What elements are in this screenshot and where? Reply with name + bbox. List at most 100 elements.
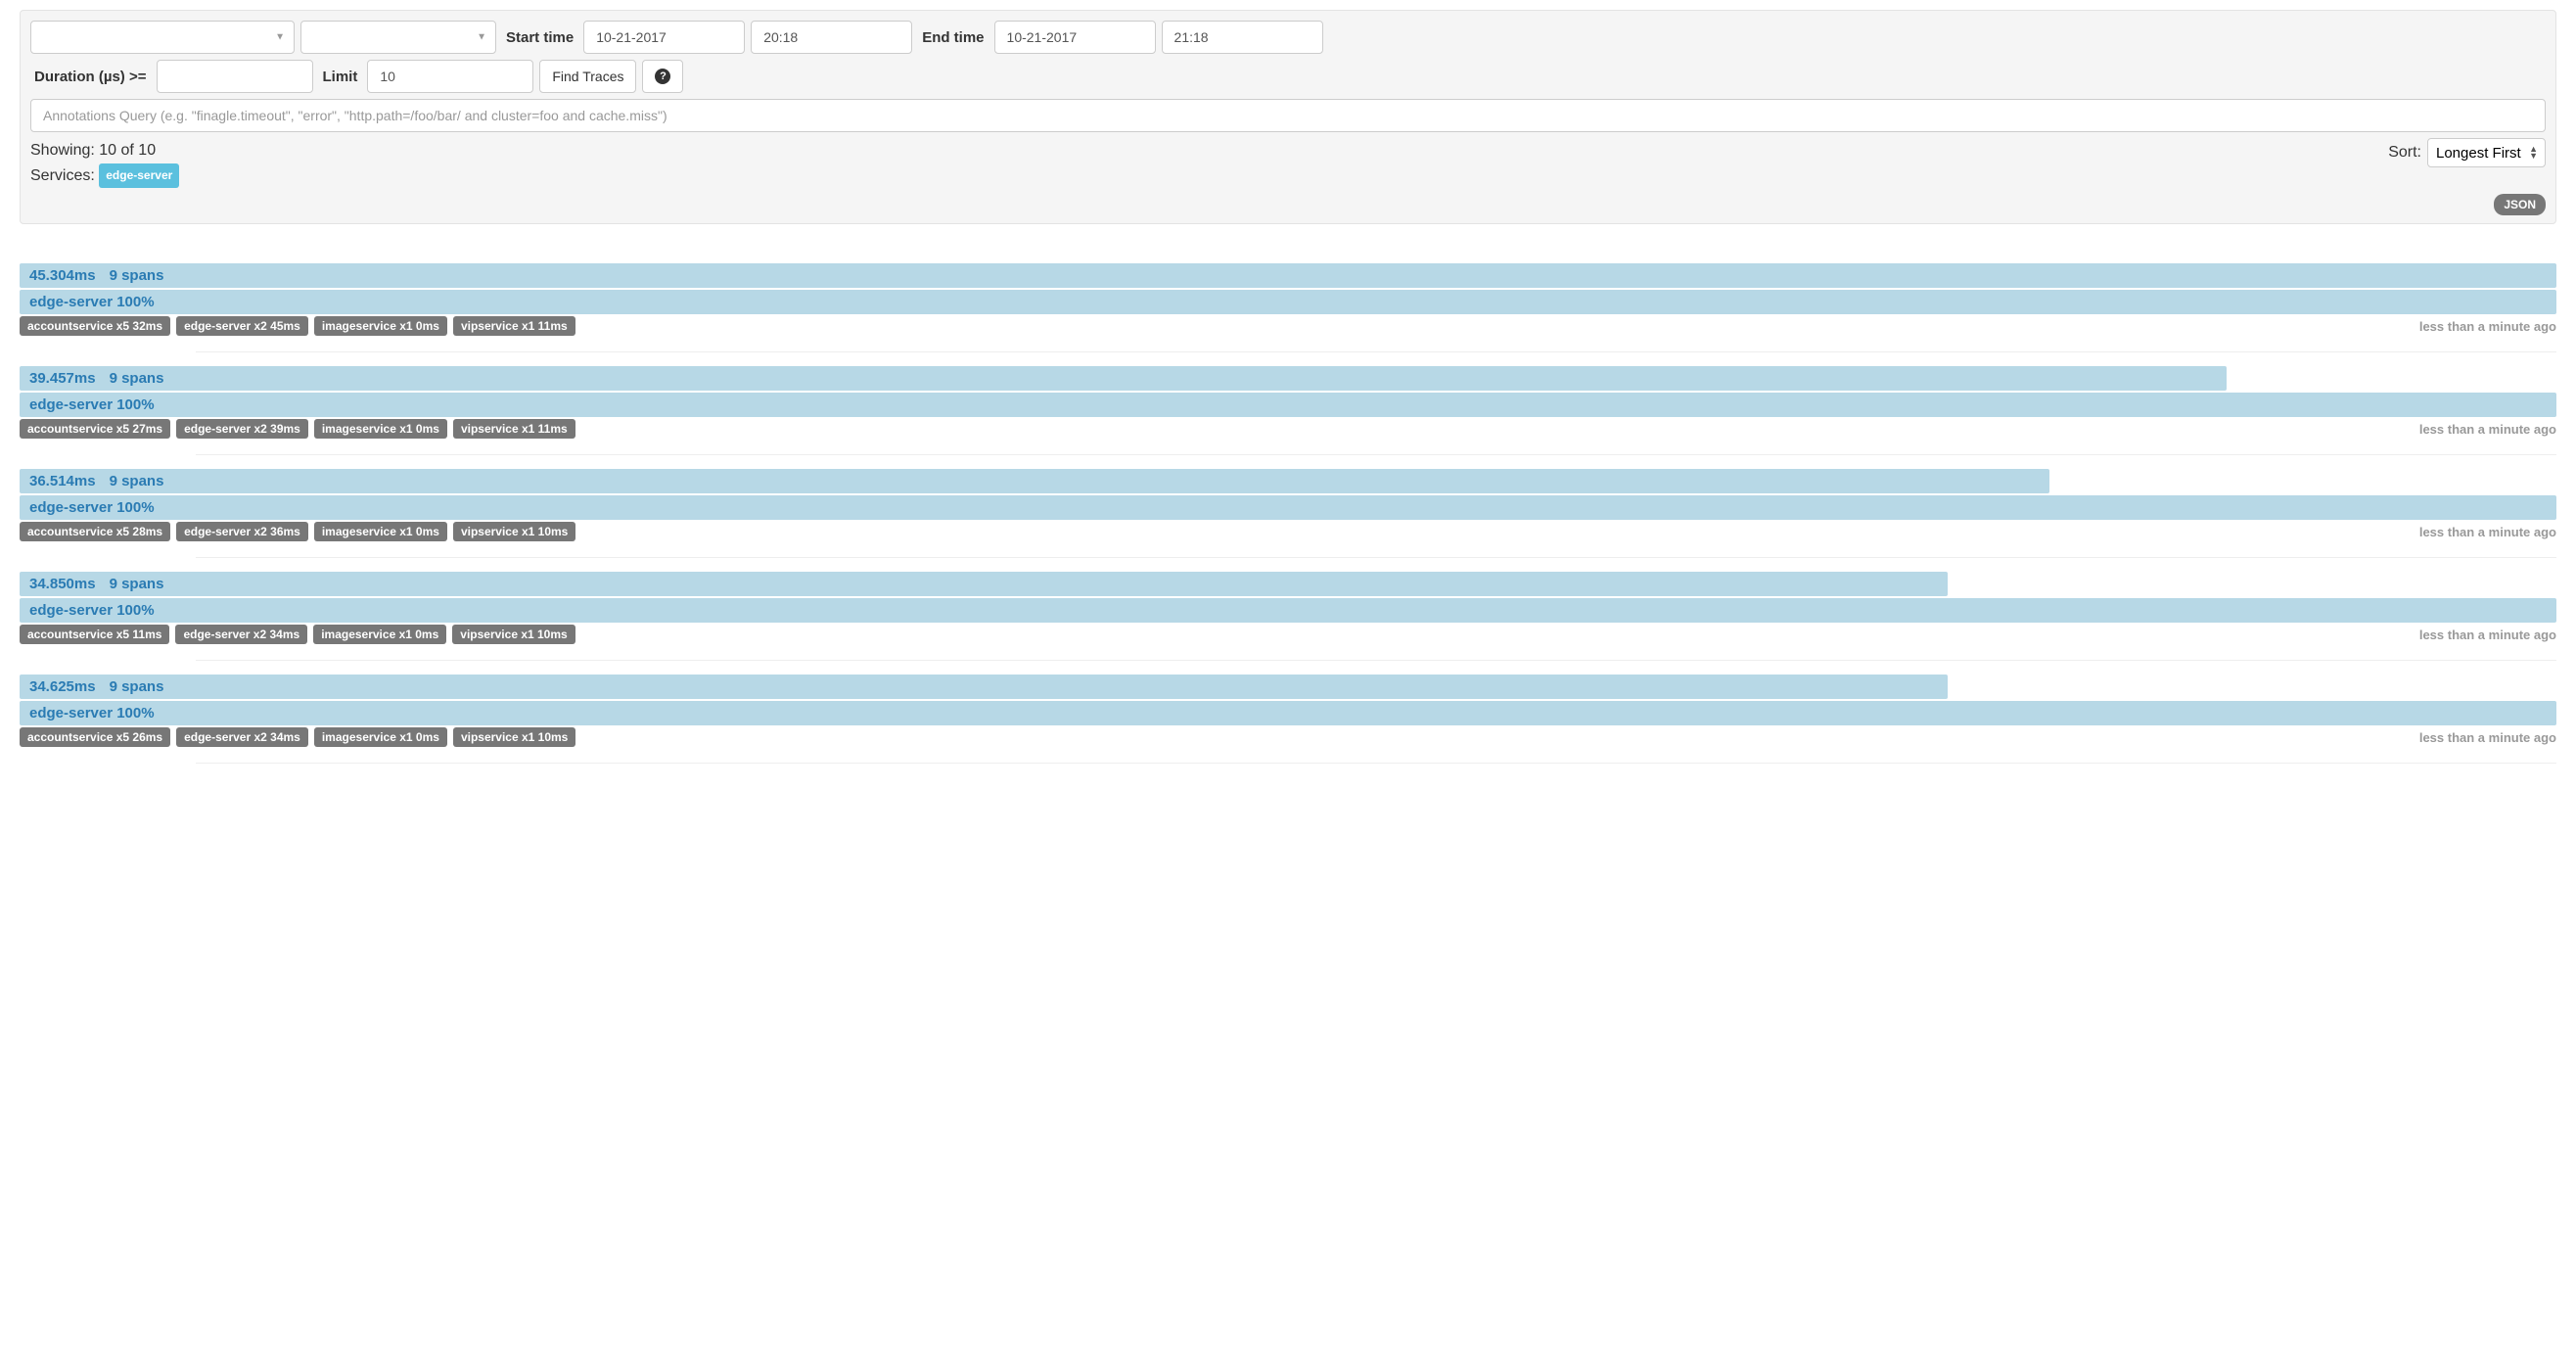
- trace-service-bar[interactable]: edge-server 100%: [20, 495, 2556, 520]
- span-select-value[interactable]: all: [300, 21, 496, 54]
- trace-timestamp: less than a minute ago: [2419, 628, 2556, 642]
- service-tag[interactable]: imageservice x1 0ms: [314, 727, 447, 747]
- service-tag[interactable]: accountservice x5 32ms: [20, 316, 170, 336]
- trace-service-bar[interactable]: edge-server 100%: [20, 701, 2556, 725]
- service-tag[interactable]: edge-server x2 45ms: [176, 316, 308, 336]
- service-select-value[interactable]: edge-server: [30, 21, 295, 54]
- trace-service-line: edge-server 100%: [29, 499, 155, 516]
- trace-duration-bar[interactable]: 36.514ms9 spans: [20, 469, 2556, 493]
- trace-duration-text: 45.304ms 9 spans: [20, 263, 163, 288]
- trace-tags: accountservice x5 27ms edge-server x2 39m…: [20, 419, 575, 439]
- divider: [196, 660, 2556, 661]
- trace-row[interactable]: 39.457ms9 spans edge-server 100% accountse…: [20, 366, 2556, 439]
- search-row-3: [30, 99, 2546, 132]
- trace-service-line: edge-server 100%: [29, 705, 155, 721]
- service-tag[interactable]: vipservice x1 10ms: [453, 522, 575, 541]
- sort-label: Sort:: [2388, 144, 2421, 162]
- search-row-1: edge-server ▼ all ▼ Start time End time: [30, 21, 2546, 54]
- service-tag[interactable]: edge-server x2 34ms: [175, 625, 307, 644]
- service-tag[interactable]: vipservice x1 10ms: [452, 625, 575, 644]
- trace-duration-text: 36.514ms9 spans: [20, 469, 163, 493]
- trace-service-text: edge-server 100%: [20, 290, 155, 314]
- trace-duration-bar[interactable]: 34.625ms 9 spans: [20, 674, 2556, 699]
- trace-service-bar[interactable]: edge-server 100%: [20, 598, 2556, 623]
- help-button[interactable]: ?: [642, 60, 683, 93]
- service-tag[interactable]: accountservice x5 26ms: [20, 727, 170, 747]
- trace-duration-bar-fill: [20, 263, 2556, 288]
- duration-label: Duration (µs) >=: [30, 69, 151, 85]
- trace-timestamp: less than a minute ago: [2419, 730, 2556, 745]
- sort-select[interactable]: Longest First: [2427, 138, 2546, 167]
- limit-input[interactable]: [367, 60, 533, 93]
- trace-service-bar-fill: [20, 393, 2556, 417]
- service-tag[interactable]: edge-server x2 36ms: [176, 522, 308, 541]
- divider: [196, 454, 2556, 455]
- service-tag[interactable]: vipservice x1 11ms: [453, 419, 575, 439]
- start-time-input[interactable]: [751, 21, 912, 54]
- trace-service-line: edge-server 100%: [29, 396, 155, 413]
- json-row: JSON: [30, 194, 2546, 215]
- service-tag[interactable]: imageservice x1 0ms: [314, 316, 447, 336]
- service-tag[interactable]: edge-server x2 39ms: [176, 419, 308, 439]
- trace-row[interactable]: 45.304ms 9 spans edge-server 100% accountse…: [20, 263, 2556, 336]
- trace-service-bar-fill: [20, 701, 2556, 725]
- trace-duration-value: 34.850ms: [29, 576, 96, 592]
- services-line: Services: edge-server: [30, 163, 179, 189]
- service-select[interactable]: edge-server ▼: [30, 21, 295, 54]
- service-tag[interactable]: vipservice x1 11ms: [453, 316, 575, 336]
- service-tag[interactable]: accountservice x5 27ms: [20, 419, 170, 439]
- trace-duration-bar[interactable]: 39.457ms9 spans: [20, 366, 2556, 391]
- annotations-input[interactable]: [30, 99, 2546, 132]
- find-traces-button[interactable]: Find Traces: [539, 60, 636, 93]
- trace-duration-value: 36.514ms: [29, 473, 96, 489]
- service-tag[interactable]: imageservice x1 0ms: [314, 522, 447, 541]
- question-icon: ?: [655, 69, 670, 84]
- trace-service-bar-fill: [20, 598, 2556, 623]
- trace-tags: accountservice x5 26ms edge-server x2 34m…: [20, 727, 575, 747]
- meta-left: Showing: 10 of 10 Services: edge-server: [30, 138, 179, 188]
- trace-duration-value: 34.625ms: [29, 678, 96, 695]
- trace-duration-text: 34.625ms 9 spans: [20, 674, 163, 699]
- trace-tags: accountservice x5 32ms edge-server x2 45m…: [20, 316, 575, 336]
- trace-duration-value: 45.304ms: [29, 267, 96, 284]
- trace-duration-bar[interactable]: 34.850ms9 spans: [20, 572, 2556, 596]
- trace-service-bar[interactable]: edge-server 100%: [20, 393, 2556, 417]
- trace-service-bar[interactable]: edge-server 100%: [20, 290, 2556, 314]
- trace-row[interactable]: 36.514ms9 spans edge-server 100% accountse…: [20, 469, 2556, 541]
- meta-row: Showing: 10 of 10 Services: edge-server …: [30, 138, 2546, 188]
- trace-span-count: 9 spans: [110, 267, 164, 284]
- service-tag[interactable]: edge-server x2 34ms: [176, 727, 308, 747]
- service-chip[interactable]: edge-server: [99, 163, 179, 188]
- trace-row[interactable]: 34.625ms 9 spans edge-server 100% accountse…: [20, 674, 2556, 747]
- service-tag[interactable]: vipservice x1 10ms: [453, 727, 575, 747]
- trace-service-line: edge-server 100%: [29, 294, 155, 310]
- start-time-label: Start time: [502, 29, 577, 46]
- trace-duration-value: 39.457ms: [29, 370, 96, 387]
- trace-span-count: 9 spans: [110, 678, 164, 695]
- end-time-input[interactable]: [1162, 21, 1323, 54]
- trace-tags-row: accountservice x5 27ms edge-server x2 39m…: [20, 419, 2556, 439]
- end-time-label: End time: [918, 29, 988, 46]
- trace-tags-row: accountservice x5 11ms edge-server x2 34m…: [20, 625, 2556, 644]
- trace-service-line: edge-server 100%: [29, 602, 155, 619]
- trace-tags-row: accountservice x5 28ms edge-server x2 36m…: [20, 522, 2556, 541]
- end-date-input[interactable]: [994, 21, 1156, 54]
- divider: [196, 557, 2556, 558]
- span-select[interactable]: all ▼: [300, 21, 496, 54]
- trace-duration-bar-fill: [20, 572, 1948, 596]
- trace-timestamp: less than a minute ago: [2419, 525, 2556, 539]
- service-tag[interactable]: imageservice x1 0ms: [314, 419, 447, 439]
- service-tag[interactable]: imageservice x1 0ms: [313, 625, 446, 644]
- trace-duration-bar[interactable]: 45.304ms 9 spans: [20, 263, 2556, 288]
- service-tag[interactable]: accountservice x5 28ms: [20, 522, 170, 541]
- service-tag[interactable]: accountservice x5 11ms: [20, 625, 169, 644]
- start-date-input[interactable]: [583, 21, 745, 54]
- trace-row[interactable]: 34.850ms9 spans edge-server 100% accountse…: [20, 572, 2556, 644]
- services-label: Services:: [30, 167, 95, 184]
- duration-input[interactable]: [157, 60, 313, 93]
- trace-duration-bar-fill: [20, 469, 2049, 493]
- trace-tags: accountservice x5 28ms edge-server x2 36m…: [20, 522, 575, 541]
- divider: [196, 763, 2556, 764]
- json-button[interactable]: JSON: [2494, 194, 2546, 215]
- trace-service-bar-fill: [20, 495, 2556, 520]
